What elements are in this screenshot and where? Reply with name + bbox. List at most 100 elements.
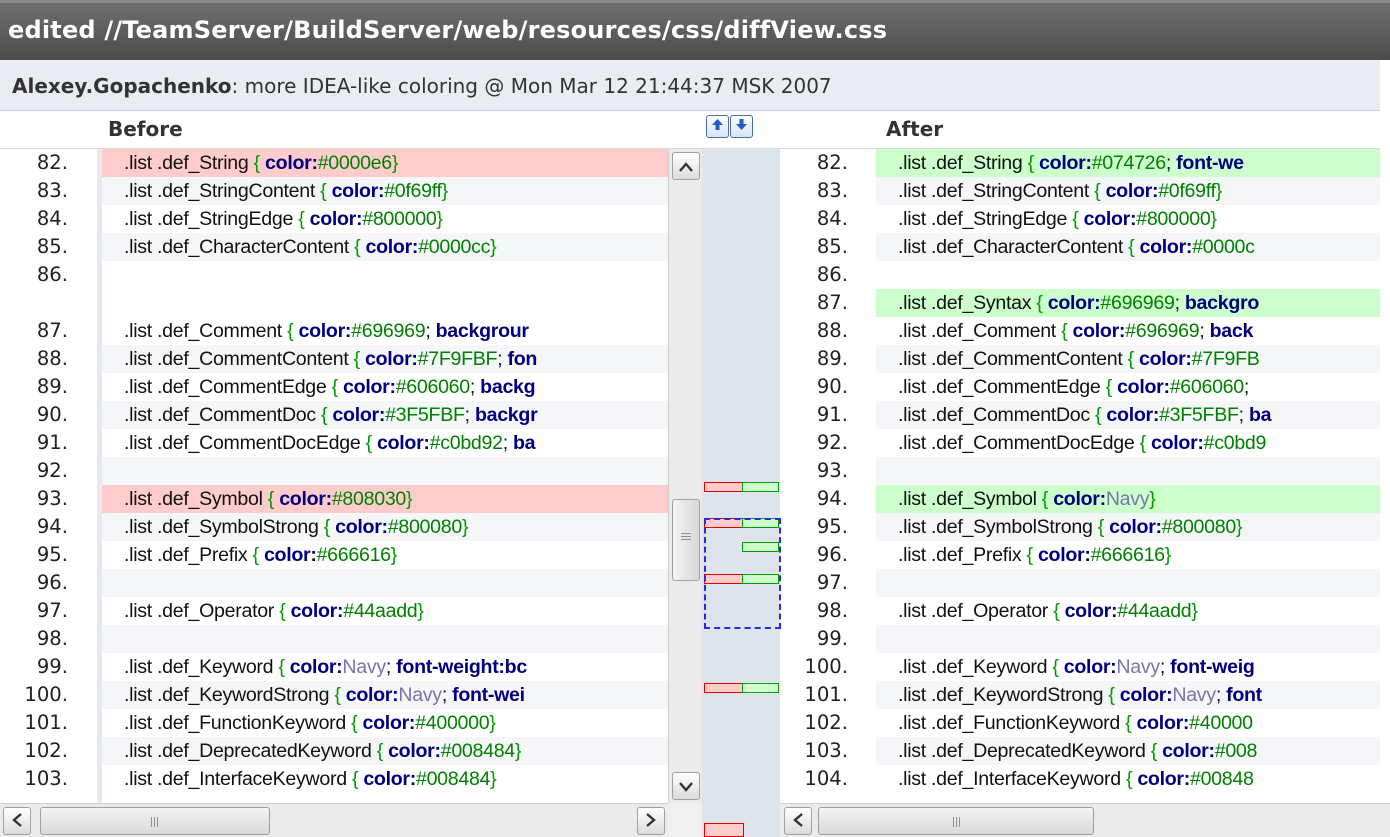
- before-code-pane[interactable]: 82. .list .def_String { color:#0000e6} 83.…: [0, 149, 668, 803]
- code-text: [876, 625, 1380, 653]
- commit-author: Alexey.Gopachenko: [12, 74, 232, 98]
- css-value: #00848: [1189, 768, 1254, 790]
- css-value: #7F9FB: [1191, 348, 1260, 370]
- code-text: .list .def_Symbol { color:Navy}: [876, 485, 1380, 513]
- css-property: color:: [1117, 376, 1170, 398]
- open-brace: {: [1052, 656, 1064, 678]
- css-value: #808030: [331, 488, 407, 510]
- column-headers: Before After: [0, 111, 1380, 149]
- line-number: 97.: [36, 599, 68, 622]
- css-selector: .list .def_Keyword: [898, 656, 1053, 678]
- code-line: 91. .list .def_CommentDoc { color:#3F5FBF…: [780, 401, 1380, 429]
- line-number: 87.: [816, 291, 848, 314]
- line-number: 88.: [816, 319, 848, 342]
- diff-overview-map[interactable]: [702, 149, 781, 837]
- css-selector: .list .def_String: [124, 152, 254, 174]
- css-selector: .list .def_CommentDoc: [124, 404, 322, 426]
- close-brace: }: [1215, 180, 1223, 202]
- css-punct: ;: [497, 348, 508, 370]
- overview-added-marker[interactable]: [742, 482, 779, 492]
- css-property: font-wei: [452, 684, 525, 706]
- css-selector: .list .def_Operator: [124, 600, 280, 622]
- after-horizontal-scrollbar[interactable]: [780, 803, 1390, 837]
- open-brace: {: [1097, 516, 1110, 538]
- code-line: 97. .list .def_Operator { color:#44aadd}: [0, 597, 668, 625]
- close-brace: }: [461, 516, 469, 538]
- line-number: 93.: [816, 459, 848, 482]
- code-line: 89. .list .def_CommentContent { color:#7F…: [780, 345, 1380, 373]
- open-brace: {: [267, 488, 280, 510]
- line-number: 92.: [816, 431, 848, 454]
- line-number: 98.: [36, 627, 68, 650]
- code-text: .list .def_Comment { color:#696969; back: [876, 317, 1380, 345]
- line-number: 99.: [816, 627, 848, 650]
- scroll-right-button[interactable]: [637, 807, 665, 835]
- scroll-left-button[interactable]: [3, 807, 31, 835]
- file-title: edited //TeamServer/BuildServer/web/reso…: [8, 16, 888, 44]
- code-text: .list .def_CommentEdge { color:#606060;: [876, 373, 1380, 401]
- code-text: [102, 457, 668, 485]
- code-line: 91. .list .def_CommentDocEdge { color:#c0…: [0, 429, 668, 457]
- code-text: .list .def_Prefix { color:#666616}: [102, 541, 668, 569]
- line-number: 95.: [36, 543, 68, 566]
- scroll-up-button[interactable]: [672, 152, 700, 180]
- code-line: 93. .list .def_Symbol { color:#808030}: [0, 485, 668, 513]
- code-text: .list .def_CommentDoc { color:#3F5FBF; b…: [876, 401, 1380, 429]
- overview-deleted-marker[interactable]: [704, 823, 744, 837]
- css-selector: .list .def_SymbolStrong: [898, 516, 1098, 538]
- code-line: 102. .list .def_FunctionKeyword { color:#…: [780, 709, 1380, 737]
- css-punct: ;: [1243, 376, 1250, 398]
- css-value: #606060: [395, 376, 470, 398]
- after-code-pane[interactable]: 82. .list .def_String { color:#074726; fo…: [780, 149, 1380, 803]
- close-brace: }: [1210, 208, 1217, 230]
- css-punct: ;: [1199, 320, 1210, 342]
- css-selector: .list .def_SymbolStrong: [124, 516, 324, 538]
- css-property: color:: [363, 768, 416, 790]
- open-brace: {: [1127, 348, 1140, 370]
- open-brace: {: [351, 712, 363, 734]
- line-number: 103.: [804, 739, 848, 762]
- close-brace: }: [391, 152, 399, 174]
- next-change-button[interactable]: [730, 115, 753, 138]
- before-horizontal-scrollbar[interactable]: [0, 803, 668, 837]
- css-punct: ;: [425, 320, 436, 342]
- overview-deleted-marker[interactable]: [704, 683, 744, 693]
- close-brace: }: [417, 600, 424, 622]
- overview-viewport-indicator[interactable]: [704, 518, 781, 629]
- css-property: color:: [290, 600, 344, 622]
- line-number: 102.: [804, 711, 848, 734]
- css-selector: .list .def_CommentDocEdge: [124, 432, 366, 454]
- code-line: 100. .list .def_Keyword { color:Navy; fon…: [780, 653, 1380, 681]
- code-line: 95. .list .def_SymbolStrong { color:#8000…: [780, 513, 1380, 541]
- css-value: #0f69ff: [384, 180, 442, 202]
- code-text: .list .def_CommentDoc { color:#3F5FBF; b…: [102, 401, 668, 429]
- scroll-left-button[interactable]: [784, 807, 812, 835]
- code-text: [876, 457, 1380, 485]
- open-brace: {: [252, 544, 264, 566]
- overview-deleted-marker[interactable]: [704, 482, 744, 492]
- line-number: 89.: [36, 375, 68, 398]
- horizontal-scroll-thumb[interactable]: [40, 807, 270, 835]
- css-property: color:: [376, 432, 430, 454]
- code-text: .list .def_InterfaceKeyword { color:#008…: [102, 765, 668, 793]
- css-property: color:: [365, 236, 419, 258]
- open-brace: {: [1041, 488, 1054, 510]
- after-header: After: [886, 117, 944, 141]
- before-vertical-scrollbar[interactable]: [668, 149, 702, 803]
- prev-change-button[interactable]: [706, 115, 729, 138]
- line-number: 94.: [816, 487, 848, 510]
- scroll-down-button[interactable]: [672, 772, 700, 800]
- css-value: #800000: [1136, 208, 1211, 230]
- css-selector: .list .def_Syntax: [898, 292, 1037, 314]
- css-value: #40000: [1189, 712, 1253, 734]
- css-selector: .list .def_Symbol: [124, 488, 268, 510]
- line-number: 100.: [24, 683, 68, 706]
- code-line: 97.: [780, 569, 1380, 597]
- code-text: [102, 569, 668, 597]
- line-number: 94.: [36, 515, 68, 538]
- overview-added-marker[interactable]: [742, 683, 779, 693]
- line-number: 100.: [804, 655, 848, 678]
- horizontal-scroll-thumb[interactable]: [818, 807, 1094, 835]
- vertical-scroll-thumb[interactable]: [672, 499, 700, 581]
- line-number: 97.: [816, 571, 848, 594]
